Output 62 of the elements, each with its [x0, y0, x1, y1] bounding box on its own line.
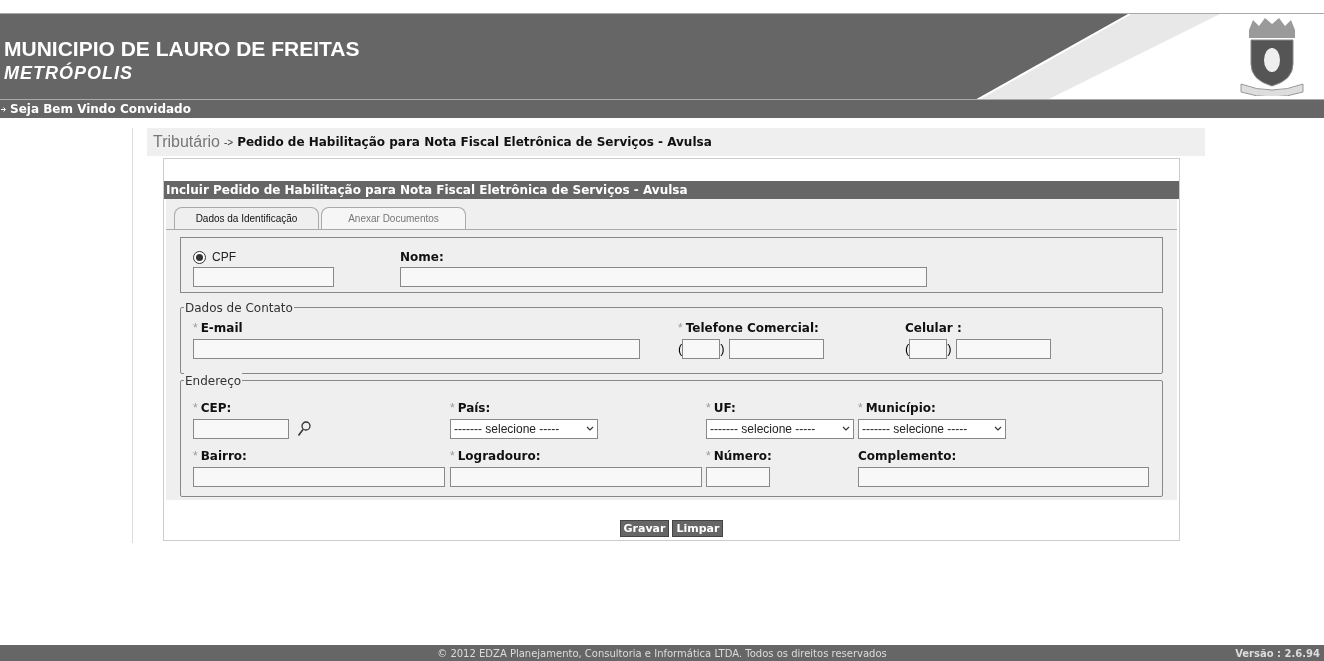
- text-field[interactable]: [193, 467, 445, 487]
- required-mark: *: [193, 320, 198, 337]
- select-dropdown[interactable]: ------- selecione -----: [858, 419, 1006, 439]
- area-code-field[interactable]: [909, 339, 948, 359]
- field-label: Telefone Comercial:: [685, 320, 819, 337]
- welcome-text: Seja Bem Vindo Convidado: [10, 101, 191, 118]
- radio-label: CPF: [212, 249, 236, 266]
- required-mark: *: [858, 400, 863, 417]
- field-label: Número:: [713, 448, 772, 465]
- required-mark: *: [706, 400, 711, 417]
- field-label: E-mail: [200, 320, 243, 337]
- field-label: CEP:: [200, 400, 232, 417]
- paren: ): [947, 340, 952, 359]
- search-icon[interactable]: [297, 421, 311, 437]
- field-label: Nome:: [400, 249, 444, 266]
- form-button[interactable]: Gravar: [619, 520, 670, 537]
- module-name: Tributário: [153, 132, 220, 152]
- area-code-field[interactable]: [682, 339, 721, 359]
- version-text: Versão : 2.6.94: [1235, 646, 1320, 661]
- cpf-field[interactable]: [193, 267, 334, 287]
- chevron-down-icon: [586, 426, 594, 432]
- system-logo: METRÓPOLIS: [4, 61, 134, 85]
- paren: (: [678, 340, 683, 359]
- form-button[interactable]: Limpar: [672, 520, 724, 537]
- paren: (: [905, 340, 910, 359]
- required-mark: *: [193, 400, 198, 417]
- text-field[interactable]: [858, 467, 1149, 487]
- cep-field[interactable]: [193, 419, 289, 439]
- coat-of-arms-icon: [1237, 16, 1307, 96]
- required-mark: *: [193, 448, 198, 465]
- field-label: Complemento:: [858, 448, 957, 465]
- radio-button[interactable]: [193, 250, 206, 264]
- phone-field[interactable]: [728, 339, 824, 359]
- copyright-text: © 2012 EDZA Planejamento, Consultoria e Informática LTDA. Todos os direitos reservados: [437, 646, 887, 661]
- select-dropdown[interactable]: ------- selecione -----: [706, 419, 854, 439]
- text-field[interactable]: [706, 467, 770, 487]
- field-label: Celular :: [905, 320, 962, 337]
- name-field[interactable]: [400, 267, 927, 287]
- tab[interactable]: Dados da Identificação: [174, 207, 319, 229]
- fieldset-legend: Endereço: [184, 372, 243, 390]
- required-mark: *: [450, 400, 455, 417]
- required-mark: *: [450, 448, 455, 465]
- required-mark: *: [706, 448, 711, 465]
- chevron-down-icon: [842, 426, 850, 432]
- form-title: Incluir Pedido de Habilitação para Nota Fiscal Eletrônica de Serviços - Avulsa: [166, 182, 688, 199]
- field-label: País:: [457, 400, 491, 417]
- field-label: Município:: [865, 400, 936, 417]
- text-field[interactable]: [450, 467, 702, 487]
- municipality-title: MUNICIPIO DE LAURO DE FREITAS: [4, 37, 361, 61]
- tab[interactable]: Anexar Documentos: [321, 207, 466, 229]
- required-mark: *: [678, 320, 683, 337]
- chevron-down-icon: [994, 426, 1002, 432]
- field-label: Logradouro:: [457, 448, 541, 465]
- field-label: Bairro:: [200, 448, 247, 465]
- field-label: UF:: [713, 400, 736, 417]
- select-dropdown[interactable]: ------- selecione -----: [450, 419, 598, 439]
- breadcrumb-separator: ->: [224, 135, 234, 150]
- phone-field[interactable]: [955, 339, 1051, 359]
- page-title: Pedido de Habilitação para Nota Fiscal Eletrônica de Serviços - Avulsa: [237, 134, 712, 151]
- paren: ): [720, 340, 725, 359]
- arrow-icon: [1, 105, 7, 113]
- text-field[interactable]: [193, 339, 640, 359]
